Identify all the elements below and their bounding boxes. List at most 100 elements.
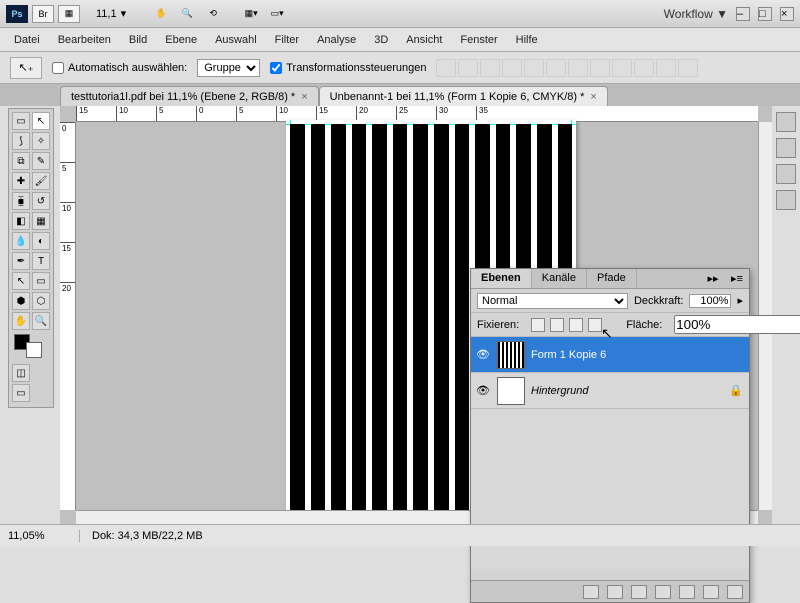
pen-tool[interactable]: ✒ bbox=[12, 252, 30, 270]
lock-transparent-icon[interactable] bbox=[531, 318, 545, 332]
gradient-tool[interactable]: ▦ bbox=[32, 212, 50, 230]
bridge-icon[interactable]: Br bbox=[32, 5, 54, 23]
rotate-view-icon[interactable]: ⟲ bbox=[202, 5, 224, 23]
layer-row[interactable]: 👁 Form 1 Kopie 6 bbox=[471, 337, 749, 373]
menu-analyse[interactable]: Analyse bbox=[317, 34, 356, 46]
layer-name[interactable]: Form 1 Kopie 6 bbox=[531, 349, 745, 361]
heal-tool[interactable]: ✚ bbox=[12, 172, 30, 190]
maximize-button[interactable]: □ bbox=[758, 7, 772, 21]
hand-tool-icon[interactable]: ✋ bbox=[150, 5, 172, 23]
lock-label: Fixieren: bbox=[477, 319, 519, 331]
menu-datei[interactable]: Datei bbox=[14, 34, 40, 46]
lock-position-icon[interactable] bbox=[569, 318, 583, 332]
visibility-icon[interactable]: 👁 bbox=[475, 384, 491, 397]
eyedropper-tool[interactable]: ✎ bbox=[32, 152, 50, 170]
delete-layer-icon[interactable] bbox=[727, 585, 743, 599]
panel-tab-pfade[interactable]: Pfade bbox=[587, 269, 637, 288]
lasso-tool[interactable]: ⟆ bbox=[12, 132, 30, 150]
crop-tool[interactable]: ⧉ bbox=[12, 152, 30, 170]
close-tab-icon[interactable]: × bbox=[301, 91, 307, 103]
color-swatch[interactable] bbox=[12, 334, 50, 358]
type-tool[interactable]: T bbox=[32, 252, 50, 270]
align-icon bbox=[656, 59, 676, 77]
close-tab-icon[interactable]: × bbox=[590, 91, 596, 103]
menu-ansicht[interactable]: Ansicht bbox=[406, 34, 442, 46]
layers-panel: Ebenen Kanäle Pfade ▸▸ ▸≡ Normal Deckkra… bbox=[470, 268, 750, 603]
minimize-button[interactable]: – bbox=[736, 7, 750, 21]
history-brush-tool[interactable]: ↺ bbox=[32, 192, 50, 210]
link-layers-icon[interactable] bbox=[583, 585, 599, 599]
group-icon[interactable] bbox=[679, 585, 695, 599]
move-tool[interactable]: ↖ bbox=[32, 112, 50, 130]
dock-adjust-icon[interactable] bbox=[776, 164, 796, 184]
menu-3d[interactable]: 3D bbox=[374, 34, 388, 46]
layer-thumbnail bbox=[497, 341, 525, 369]
align-icon bbox=[524, 59, 544, 77]
menu-bild[interactable]: Bild bbox=[129, 34, 147, 46]
menu-hilfe[interactable]: Hilfe bbox=[516, 34, 538, 46]
document-tab[interactable]: Unbenannt-1 bei 11,1% (Form 1 Kopie 6, C… bbox=[319, 86, 608, 106]
ps-logo-icon: Ps bbox=[6, 5, 28, 23]
dock-camera-icon[interactable] bbox=[776, 190, 796, 210]
lock-all-icon[interactable] bbox=[588, 318, 602, 332]
zoom-level[interactable]: 11,1 bbox=[96, 8, 117, 20]
marquee-tool[interactable]: ▭ bbox=[12, 112, 30, 130]
menu-fenster[interactable]: Fenster bbox=[460, 34, 497, 46]
brush-tool[interactable]: 🖌 bbox=[32, 172, 50, 190]
blend-mode-select[interactable]: Normal bbox=[477, 293, 628, 309]
blur-tool[interactable]: 💧 bbox=[12, 232, 30, 250]
zoom-dropdown-icon[interactable]: ▾ bbox=[121, 7, 127, 20]
dock-swatches-icon[interactable] bbox=[776, 112, 796, 132]
close-button[interactable]: × bbox=[780, 7, 794, 21]
align-icon bbox=[590, 59, 610, 77]
align-icon bbox=[568, 59, 588, 77]
adjustment-icon[interactable] bbox=[655, 585, 671, 599]
zoom-tool-icon[interactable]: 🔍 bbox=[176, 5, 198, 23]
status-bar: 11,05% Dok: 34,3 MB/22,2 MB bbox=[0, 524, 800, 546]
mask-icon[interactable] bbox=[631, 585, 647, 599]
path-select-tool[interactable]: ↖ bbox=[12, 272, 30, 290]
shape-tool[interactable]: ▭ bbox=[32, 272, 50, 290]
align-icon bbox=[480, 59, 500, 77]
menu-filter[interactable]: Filter bbox=[275, 34, 299, 46]
3d-camera-tool[interactable]: ⬡ bbox=[32, 292, 50, 310]
status-doc-size[interactable]: Dok: 34,3 MB/22,2 MB bbox=[80, 530, 203, 542]
screenmode-icon[interactable]: ▭ bbox=[12, 384, 30, 402]
layer-name[interactable]: Hintergrund bbox=[531, 385, 729, 397]
fill-input[interactable] bbox=[674, 315, 800, 334]
status-zoom[interactable]: 11,05% bbox=[0, 530, 80, 542]
new-layer-icon[interactable] bbox=[703, 585, 719, 599]
auto-select-type[interactable]: Gruppe bbox=[197, 59, 260, 77]
panel-tab-ebenen[interactable]: Ebenen bbox=[471, 269, 532, 288]
minibridge-icon[interactable]: ▦ bbox=[58, 5, 80, 23]
arrange-docs-icon[interactable]: ▦▾ bbox=[240, 5, 262, 23]
layer-row[interactable]: 👁 Hintergrund 🔒 bbox=[471, 373, 749, 409]
panel-tab-kanaele[interactable]: Kanäle bbox=[532, 269, 587, 288]
menu-bearbeiten[interactable]: Bearbeiten bbox=[58, 34, 111, 46]
opacity-input[interactable] bbox=[689, 294, 731, 308]
quickmask-icon[interactable]: ◫ bbox=[12, 364, 30, 382]
panel-menu-icon[interactable]: ▸≡ bbox=[725, 269, 749, 288]
workspace-selector[interactable]: Workflow ▼ bbox=[664, 7, 728, 21]
zoom-tool[interactable]: 🔍 bbox=[32, 312, 50, 330]
visibility-icon[interactable]: 👁 bbox=[475, 348, 491, 361]
fx-icon[interactable] bbox=[607, 585, 623, 599]
screen-mode-icon[interactable]: ▭▾ bbox=[266, 5, 288, 23]
lock-pixels-icon[interactable] bbox=[550, 318, 564, 332]
panel-collapse-icon[interactable]: ▸▸ bbox=[701, 269, 725, 288]
move-tool-icon[interactable]: ↖₊ bbox=[10, 57, 42, 79]
hand-tool[interactable]: ✋ bbox=[12, 312, 30, 330]
eraser-tool[interactable]: ◧ bbox=[12, 212, 30, 230]
lock-icon: 🔒 bbox=[729, 384, 745, 397]
menu-ebene[interactable]: Ebene bbox=[165, 34, 197, 46]
dock-shape-icon[interactable] bbox=[776, 138, 796, 158]
dodge-tool[interactable]: ◐ bbox=[32, 232, 50, 250]
auto-select-checkbox[interactable]: Automatisch auswählen: bbox=[52, 62, 187, 74]
transform-controls-checkbox[interactable]: Transformationssteuerungen bbox=[270, 62, 426, 74]
stamp-tool[interactable]: ⧯ bbox=[12, 192, 30, 210]
3d-tool[interactable]: ⬢ bbox=[12, 292, 30, 310]
menu-auswahl[interactable]: Auswahl bbox=[215, 34, 257, 46]
opacity-arrow-icon[interactable]: ▸ bbox=[737, 294, 743, 307]
document-tab[interactable]: testtutoria1l.pdf bei 11,1% (Ebene 2, RG… bbox=[60, 86, 319, 106]
wand-tool[interactable]: ✧ bbox=[32, 132, 50, 150]
